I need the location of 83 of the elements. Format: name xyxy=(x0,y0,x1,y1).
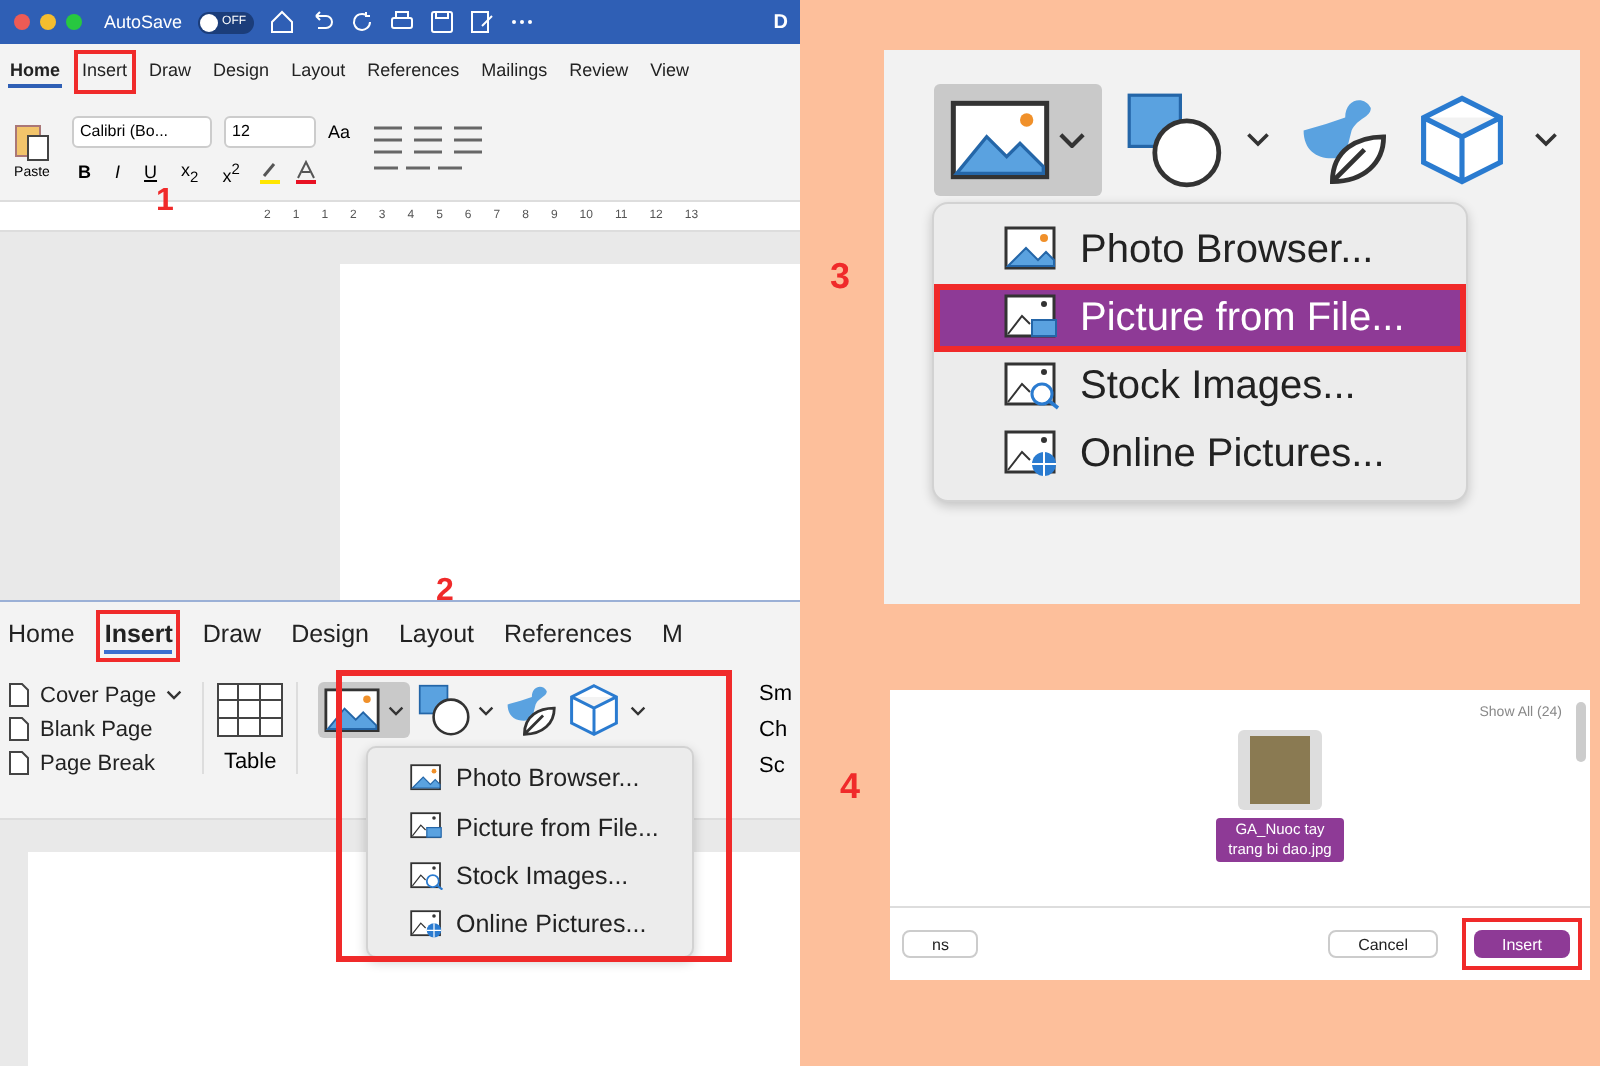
file-thumbnail[interactable] xyxy=(1238,730,1322,810)
ribbon-tab[interactable]: Design xyxy=(211,56,272,88)
format-button[interactable]: I xyxy=(109,162,127,182)
caret-icon xyxy=(630,705,647,716)
ribbon-tab[interactable]: Mailings xyxy=(479,56,550,88)
step-number: 2 xyxy=(436,574,454,610)
page-command[interactable]: Cover Page xyxy=(8,682,183,708)
caret-icon xyxy=(388,705,405,716)
ribbon-tab[interactable]: Insert xyxy=(104,618,173,654)
table-icon xyxy=(216,682,285,738)
picture-icon xyxy=(324,688,381,733)
table-button[interactable]: Table xyxy=(202,682,299,774)
ribbon-tab[interactable]: Layout xyxy=(398,618,475,654)
font-color-icon[interactable] xyxy=(293,160,318,184)
pictures-button[interactable] xyxy=(318,682,411,739)
menu-item[interactable]: Picture from File... xyxy=(368,802,693,852)
page-icon xyxy=(8,750,30,776)
ribbon-tab[interactable]: References xyxy=(365,56,462,88)
picture-magnifier-icon xyxy=(1004,362,1064,410)
picture-monitor-icon xyxy=(410,812,446,842)
step-number: 3 xyxy=(830,256,851,298)
caret-icon xyxy=(166,690,183,700)
font-size-field[interactable]: 12 xyxy=(224,115,316,147)
menu-item[interactable]: Stock Images... xyxy=(934,352,1467,420)
menu-item[interactable]: Stock Images... xyxy=(368,851,693,901)
ribbon-tab[interactable]: Insert xyxy=(80,56,130,88)
ribbon-tab[interactable]: Home xyxy=(8,56,63,88)
caret-icon xyxy=(478,705,495,716)
ribbon-command[interactable]: Sm xyxy=(759,682,792,706)
scrollbar[interactable] xyxy=(1576,702,1586,762)
print-icon[interactable] xyxy=(390,10,415,34)
format-button[interactable]: x$_{2}$ xyxy=(175,159,205,185)
ribbon-tab[interactable]: Draw xyxy=(202,618,262,654)
page-command[interactable]: Blank Page xyxy=(8,716,183,742)
ribbon-command[interactable]: Ch xyxy=(759,718,792,742)
pictures-button[interactable] xyxy=(934,84,1102,196)
caret-icon xyxy=(1058,131,1086,149)
caret-icon xyxy=(1246,132,1270,148)
ribbon-tab[interactable]: References xyxy=(504,618,632,654)
ribbon-tab[interactable]: Design xyxy=(291,618,369,654)
ribbon-tab[interactable]: Review xyxy=(567,56,631,88)
page-icon xyxy=(8,682,30,708)
edit-icon[interactable] xyxy=(470,10,495,34)
dialog-button[interactable]: Insert xyxy=(1473,930,1570,958)
dialog-button[interactable]: ns xyxy=(902,930,979,958)
dialog-button[interactable]: Cancel xyxy=(1328,930,1438,958)
picture-magnifier-icon xyxy=(410,861,446,891)
menu-item[interactable]: Online Pictures... xyxy=(934,420,1467,488)
format-button[interactable]: x$^{2}$ xyxy=(216,159,246,185)
shapes-icon[interactable] xyxy=(418,684,471,737)
font-name-field[interactable]: Calibri (Bo... xyxy=(72,115,212,147)
page-icon xyxy=(8,716,30,742)
picture-icon xyxy=(410,764,446,793)
duck-leaf-icon[interactable] xyxy=(502,682,559,739)
save-icon[interactable] xyxy=(430,10,455,34)
redo-icon[interactable] xyxy=(350,10,375,34)
window-title: D xyxy=(773,11,788,33)
format-button[interactable]: U xyxy=(138,162,164,182)
change-case-button[interactable]: Aa xyxy=(328,121,351,141)
ribbon-tab[interactable]: View xyxy=(648,56,692,88)
menu-item[interactable]: Photo Browser... xyxy=(934,216,1467,284)
undo-icon[interactable] xyxy=(310,10,335,34)
cube-icon[interactable] xyxy=(566,682,623,739)
caret-icon xyxy=(1534,132,1558,148)
menu-item[interactable]: Picture from File... xyxy=(934,284,1467,352)
step-number: 4 xyxy=(840,766,861,808)
menu-item[interactable]: Online Pictures... xyxy=(368,900,693,950)
picture-globe-icon xyxy=(410,910,446,940)
highlighter-icon[interactable] xyxy=(257,160,282,184)
photo-placeholder xyxy=(1250,736,1310,804)
ribbon-tab[interactable]: Layout xyxy=(289,56,348,88)
picture-icon xyxy=(950,100,1050,180)
shapes-icon[interactable] xyxy=(1126,92,1222,188)
ribbon-tab[interactable]: Home xyxy=(8,618,75,654)
format-button[interactable]: B xyxy=(72,162,97,182)
window-controls-icon[interactable] xyxy=(12,12,88,32)
ribbon-command[interactable]: Sc xyxy=(759,754,792,778)
page-command[interactable]: Page Break xyxy=(8,750,183,776)
home-icon[interactable] xyxy=(270,10,295,34)
ribbon-tab[interactable]: Draw xyxy=(147,56,194,88)
autosave-label: AutoSave xyxy=(104,12,183,32)
menu-item[interactable]: Photo Browser... xyxy=(368,754,693,803)
ribbon-tab[interactable]: M xyxy=(661,618,683,654)
